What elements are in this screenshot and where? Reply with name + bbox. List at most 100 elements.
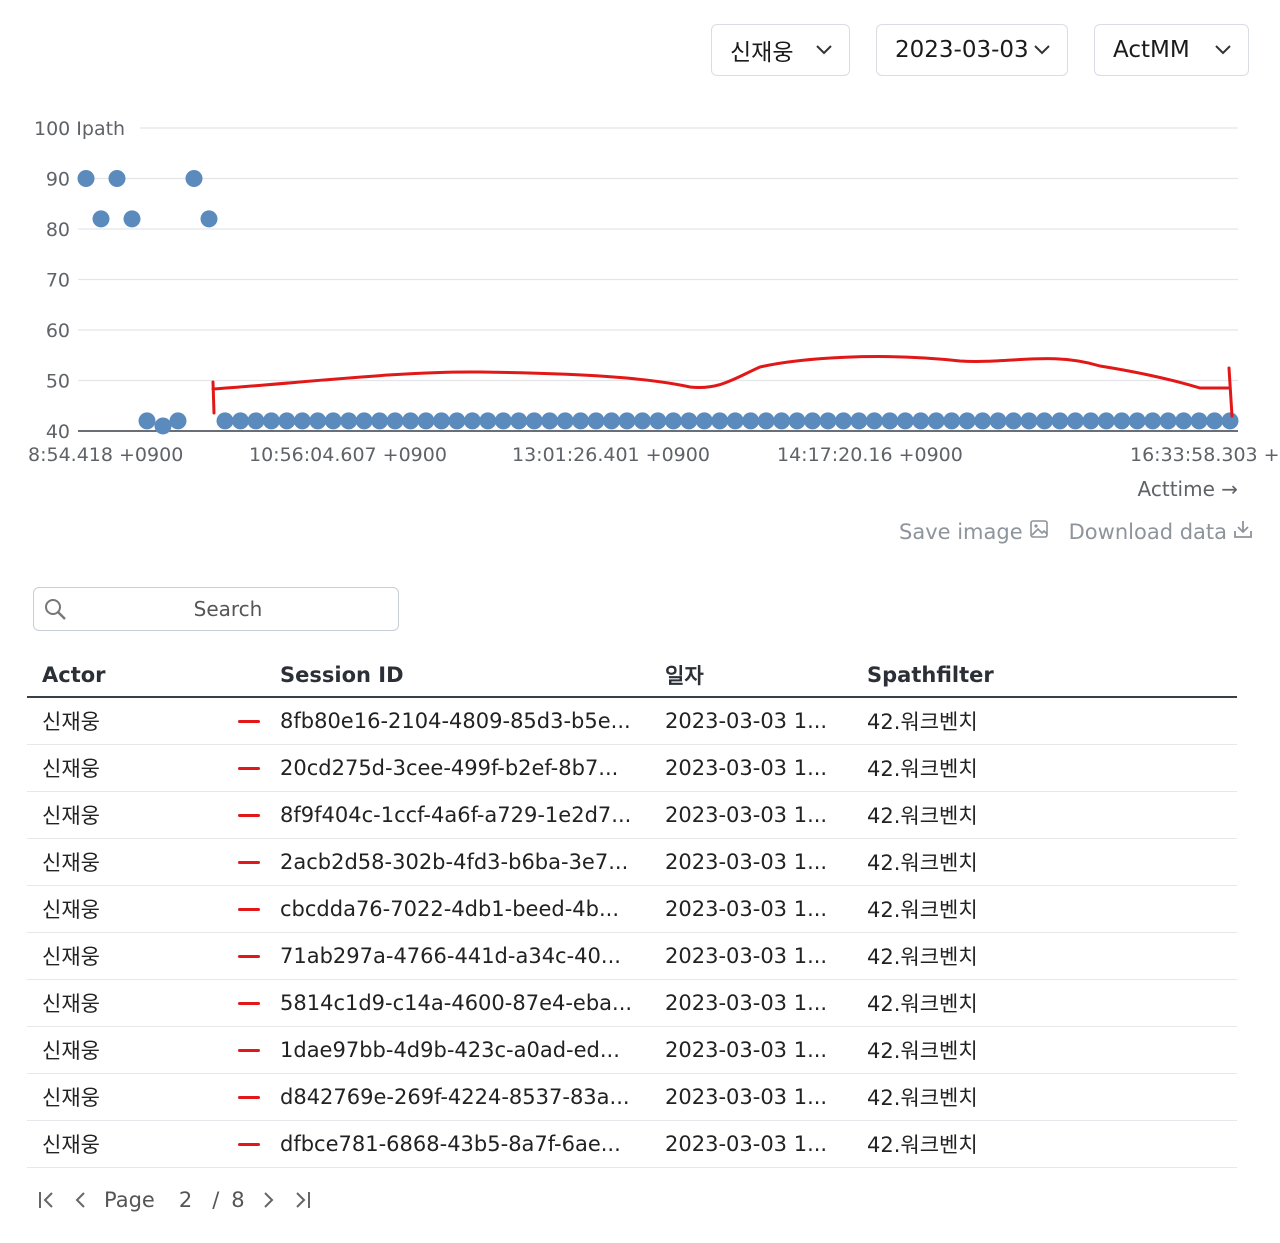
data-point[interactable] [819, 412, 837, 430]
data-point[interactable] [371, 412, 389, 430]
data-point[interactable] [989, 412, 1007, 430]
data-point[interactable] [912, 412, 930, 430]
table-row[interactable]: 신재웅 cbcdda76-7022-4db1-beed-4b... 2023-03-… [27, 885, 1237, 933]
data-point[interactable] [556, 412, 574, 430]
data-point[interactable] [603, 412, 621, 430]
table-row[interactable]: 신재웅 8f9f404c-1ccf-4a6f-a729-1e2d7... 2023-… [27, 791, 1237, 839]
user-select[interactable]: 신재웅 [711, 24, 850, 76]
search-input[interactable] [76, 596, 380, 622]
data-point[interactable] [200, 210, 218, 228]
data-point[interactable] [479, 412, 497, 430]
data-point[interactable] [974, 412, 992, 430]
data-point[interactable] [664, 412, 682, 430]
data-point[interactable] [432, 412, 450, 430]
data-point[interactable] [633, 412, 651, 430]
data-point[interactable] [463, 412, 481, 430]
data-point[interactable] [77, 170, 95, 187]
data-point[interactable] [896, 412, 914, 430]
data-point[interactable] [402, 412, 420, 430]
data-point[interactable] [943, 412, 961, 430]
data-point[interactable] [1144, 412, 1162, 430]
date-select[interactable]: 2023-03-03 [876, 24, 1068, 76]
data-point[interactable] [1051, 412, 1069, 430]
data-point[interactable] [324, 412, 342, 430]
table-row[interactable]: 신재웅 71ab297a-4766-441d-a34c-40... 2023-03-… [27, 932, 1237, 980]
data-point[interactable] [525, 412, 543, 430]
data-point[interactable] [1005, 412, 1023, 430]
data-point[interactable] [417, 412, 435, 430]
data-point[interactable] [1206, 412, 1224, 430]
data-point[interactable] [850, 412, 868, 430]
data-point[interactable] [1020, 412, 1038, 430]
column-header-spathfilter[interactable]: Spathfilter [867, 654, 1237, 698]
data-point[interactable] [587, 412, 605, 430]
data-point[interactable] [1113, 412, 1131, 430]
data-point[interactable] [247, 412, 265, 430]
data-point[interactable] [1066, 412, 1084, 430]
data-point[interactable] [958, 412, 976, 430]
table-row[interactable]: 신재웅 8fb80e16-2104-4809-85d3-b5e... 2023-03… [27, 697, 1237, 745]
data-point[interactable] [92, 210, 110, 228]
table-row[interactable]: 신재웅 5814c1d9-c14a-4600-87e4-eba... 2023-03… [27, 979, 1237, 1027]
current-page[interactable]: 2 [179, 1188, 192, 1212]
data-point[interactable] [680, 412, 698, 430]
data-point[interactable] [788, 412, 806, 430]
save-image-button[interactable]: Save image [899, 519, 1049, 544]
data-point[interactable] [726, 412, 744, 430]
data-point[interactable] [1190, 412, 1208, 430]
column-header-actor[interactable]: Actor [27, 654, 280, 698]
table-row[interactable]: 신재웅 2acb2d58-302b-4fd3-b6ba-3e7... 2023-03… [27, 838, 1237, 886]
data-point[interactable] [1097, 412, 1115, 430]
data-point[interactable] [231, 412, 249, 430]
data-point[interactable] [1175, 412, 1193, 430]
table-row[interactable]: 신재웅 20cd275d-3cee-499f-b2ef-8b7... 2023-03… [27, 744, 1237, 792]
data-point[interactable] [138, 412, 156, 430]
data-point[interactable] [1221, 412, 1239, 430]
data-point[interactable] [293, 412, 311, 430]
next-page-button[interactable] [251, 1189, 285, 1211]
data-point[interactable] [154, 417, 172, 435]
data-point[interactable] [834, 412, 852, 430]
data-point[interactable] [278, 412, 296, 430]
data-point[interactable] [510, 412, 528, 430]
data-point[interactable] [494, 412, 512, 430]
last-page-button[interactable] [285, 1189, 319, 1211]
data-point[interactable] [216, 412, 234, 430]
data-point[interactable] [340, 412, 358, 430]
data-point[interactable] [262, 412, 280, 430]
data-point[interactable] [773, 412, 791, 430]
data-point[interactable] [742, 412, 760, 430]
data-point[interactable] [1159, 412, 1177, 430]
table-row[interactable]: 신재웅 1dae97bb-4d9b-423c-a0ad-ed... 2023-03-… [27, 1026, 1237, 1074]
table-row[interactable]: 신재웅 dfbce781-6868-43b5-8a7f-6ae... 2023-03… [27, 1120, 1237, 1168]
data-point[interactable] [108, 170, 126, 187]
download-data-button[interactable]: Download data [1069, 519, 1253, 544]
data-point[interactable] [865, 412, 883, 430]
data-point[interactable] [804, 412, 822, 430]
data-point[interactable] [572, 412, 590, 430]
data-point[interactable] [1128, 412, 1146, 430]
metric-select[interactable]: ActMM [1094, 24, 1249, 76]
data-point[interactable] [541, 412, 559, 430]
data-point[interactable] [881, 412, 899, 430]
data-point[interactable] [757, 412, 775, 430]
data-point[interactable] [386, 412, 404, 430]
data-point[interactable] [123, 210, 141, 228]
data-point[interactable] [169, 412, 187, 430]
first-page-button[interactable] [30, 1189, 64, 1211]
data-point[interactable] [355, 412, 373, 430]
table-row[interactable]: 신재웅 d842769e-269f-4224-8537-83a... 2023-03… [27, 1073, 1237, 1121]
data-point[interactable] [1035, 412, 1053, 430]
prev-page-button[interactable] [64, 1189, 98, 1211]
data-point[interactable] [448, 412, 466, 430]
data-point[interactable] [185, 170, 203, 187]
data-point[interactable] [695, 412, 713, 430]
data-point[interactable] [309, 412, 327, 430]
data-point[interactable] [649, 412, 667, 430]
column-header-date[interactable]: 일자 [665, 654, 867, 698]
column-header-session-id[interactable]: Session ID [280, 654, 665, 698]
data-point[interactable] [618, 412, 636, 430]
data-point[interactable] [927, 412, 945, 430]
data-point[interactable] [711, 412, 729, 430]
data-point[interactable] [1082, 412, 1100, 430]
